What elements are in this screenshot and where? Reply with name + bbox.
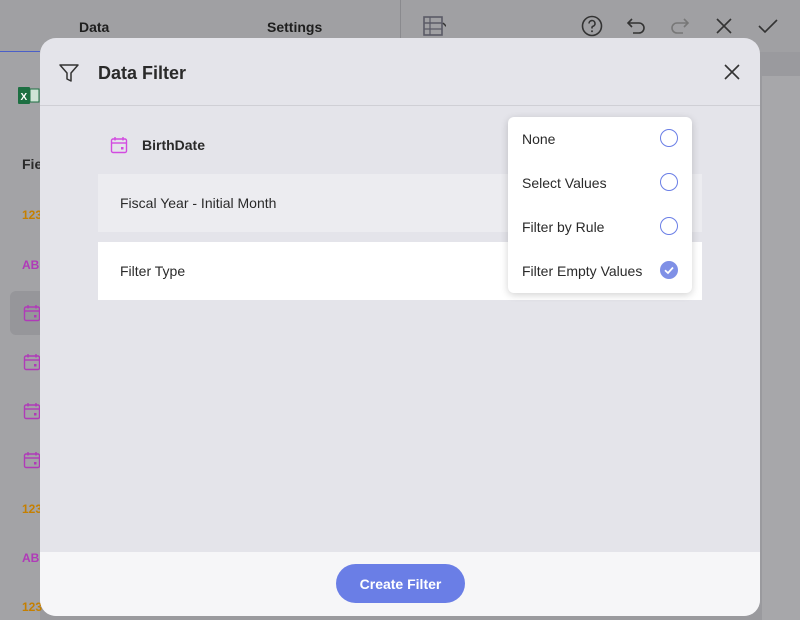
confirm-check-icon[interactable] [756,14,780,38]
calendar-icon [110,137,128,154]
fiscal-year-label: Fiscal Year - Initial Month [120,195,277,211]
calendar-icon [23,305,41,322]
option-filter-by-rule[interactable]: Filter by Rule [508,205,692,249]
dialog-header: Data Filter [40,38,760,106]
option-label: None [522,131,556,147]
visualization-picker-icon[interactable] [422,14,446,38]
option-label: Filter by Rule [522,219,605,235]
svg-text:X: X [21,92,28,103]
close-icon[interactable] [712,14,736,38]
filter-type-label: Filter Type [120,263,186,279]
excel-icon: X [18,87,40,104]
option-none[interactable]: None [508,117,692,161]
radio-unchecked[interactable] [660,129,678,147]
option-filter-empty-values[interactable]: Filter Empty Values [508,249,692,293]
option-select-values[interactable]: Select Values [508,161,692,205]
help-icon[interactable] [580,14,604,38]
option-label: Select Values [522,175,607,191]
toolbar-divider [400,0,401,40]
radio-checked[interactable] [660,261,678,279]
right-panel [762,76,800,620]
tab-data[interactable]: Data [79,19,109,35]
filter-icon [59,64,79,82]
tab-settings[interactable]: Settings [267,19,322,35]
calendar-icon [23,354,41,371]
fields-panel [0,52,40,620]
dialog-title: Data Filter [98,63,187,83]
calendar-icon [23,452,41,469]
redo-icon[interactable] [668,14,692,38]
close-icon[interactable] [724,64,740,80]
radio-unchecked[interactable] [660,217,678,235]
check-icon [664,266,674,275]
undo-icon[interactable] [624,14,648,38]
create-filter-button[interactable]: Create Filter [336,564,465,603]
calendar-icon [23,403,41,420]
option-label: Filter Empty Values [522,263,643,279]
radio-unchecked[interactable] [660,173,678,191]
filter-type-dropdown: None Select Values Filter by Rule Filter… [508,117,692,293]
field-name: BirthDate [142,137,206,153]
